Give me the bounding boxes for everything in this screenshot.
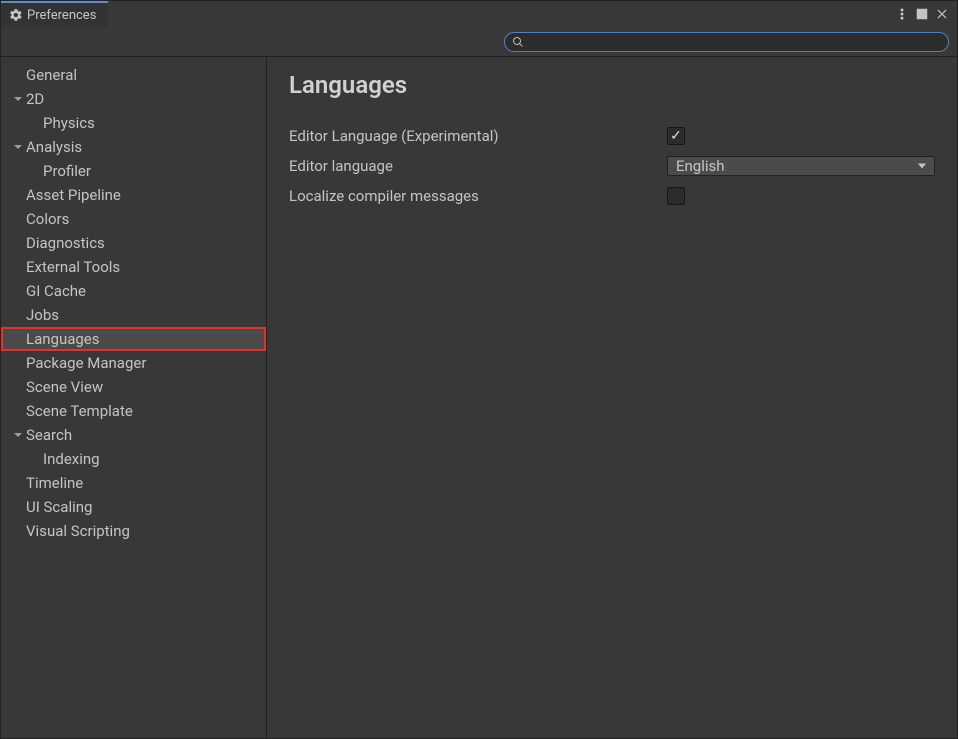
gear-icon: [9, 8, 23, 22]
sidebar-item-asset-pipeline[interactable]: Asset Pipeline: [1, 183, 266, 207]
field-label: Editor language: [289, 157, 667, 175]
sidebar-item-label: External Tools: [26, 258, 120, 276]
sidebar-item-label: Colors: [26, 210, 69, 228]
sidebar-item-label: Indexing: [43, 450, 100, 468]
chevron-down-icon: [13, 94, 23, 104]
maximize-icon[interactable]: [915, 7, 929, 21]
checkbox-localize-compiler-messages[interactable]: [667, 187, 685, 205]
sidebar-item-label: 2D: [26, 90, 44, 108]
checkbox-editor-language-experimental[interactable]: [667, 127, 685, 145]
sidebar-item-label: Diagnostics: [26, 234, 105, 252]
sidebar-item-physics[interactable]: Physics: [1, 111, 266, 135]
sidebar-item-analysis[interactable]: Analysis: [1, 135, 266, 159]
sidebar-item-label: UI Scaling: [26, 498, 92, 516]
kebab-menu-icon[interactable]: [895, 7, 909, 21]
sidebar-item-jobs[interactable]: Jobs: [1, 303, 266, 327]
titlebar: Preferences: [1, 1, 957, 27]
search-icon: [512, 36, 524, 48]
sidebar-item-label: GI Cache: [26, 282, 86, 300]
main-panel: Languages Editor Language (Experimental)…: [267, 57, 957, 738]
sidebar-item-label: Timeline: [26, 474, 83, 492]
sidebar-item-label: Scene Template: [26, 402, 133, 420]
toolbar: [1, 27, 957, 57]
page-title: Languages: [289, 71, 935, 99]
sidebar-item-gi-cache[interactable]: GI Cache: [1, 279, 266, 303]
chevron-down-icon: [13, 430, 23, 440]
search-input[interactable]: [504, 32, 949, 52]
sidebar-item-scene-view[interactable]: Scene View: [1, 375, 266, 399]
field-label: Localize compiler messages: [289, 187, 667, 205]
field-localize-compiler-messages: Localize compiler messages: [289, 181, 935, 211]
sidebar-item-label: Search: [26, 426, 72, 444]
sidebar-item-label: General: [26, 66, 77, 84]
field-editor-language: Editor language English: [289, 151, 935, 181]
sidebar-item-scene-template[interactable]: Scene Template: [1, 399, 266, 423]
tab-preferences[interactable]: Preferences: [1, 1, 108, 27]
sidebar-item-external-tools[interactable]: External Tools: [1, 255, 266, 279]
field-editor-language-experimental: Editor Language (Experimental): [289, 121, 935, 151]
sidebar-item-label: Profiler: [43, 162, 91, 180]
sidebar-item-label: Jobs: [26, 306, 59, 324]
sidebar-item-languages[interactable]: Languages: [1, 327, 266, 351]
sidebar-item-indexing[interactable]: Indexing: [1, 447, 266, 471]
field-label: Editor Language (Experimental): [289, 127, 667, 145]
chevron-down-icon: [13, 142, 23, 152]
sidebar-item-2d[interactable]: 2D: [1, 87, 266, 111]
sidebar-item-label: Visual Scripting: [26, 522, 130, 540]
sidebar-item-colors[interactable]: Colors: [1, 207, 266, 231]
sidebar-item-visual-scripting[interactable]: Visual Scripting: [1, 519, 266, 543]
sidebar: General 2D Physics Analysis Profiler Asset Pi…: [1, 57, 267, 738]
sidebar-item-label: Package Manager: [26, 354, 146, 372]
sidebar-item-label: Languages: [26, 330, 100, 348]
sidebar-item-diagnostics[interactable]: Diagnostics: [1, 231, 266, 255]
sidebar-item-profiler[interactable]: Profiler: [1, 159, 266, 183]
sidebar-item-ui-scaling[interactable]: UI Scaling: [1, 495, 266, 519]
sidebar-item-timeline[interactable]: Timeline: [1, 471, 266, 495]
sidebar-item-label: Asset Pipeline: [26, 186, 121, 204]
tab-label: Preferences: [27, 8, 96, 23]
sidebar-item-label: Scene View: [26, 378, 103, 396]
sidebar-item-package-manager[interactable]: Package Manager: [1, 351, 266, 375]
close-icon[interactable]: [935, 7, 949, 21]
sidebar-item-general[interactable]: General: [1, 63, 266, 87]
sidebar-item-label: Physics: [43, 114, 95, 132]
dropdown-value: English: [676, 157, 725, 175]
sidebar-item-search[interactable]: Search: [1, 423, 266, 447]
sidebar-item-label: Analysis: [26, 138, 82, 156]
dropdown-editor-language[interactable]: English: [667, 156, 935, 176]
